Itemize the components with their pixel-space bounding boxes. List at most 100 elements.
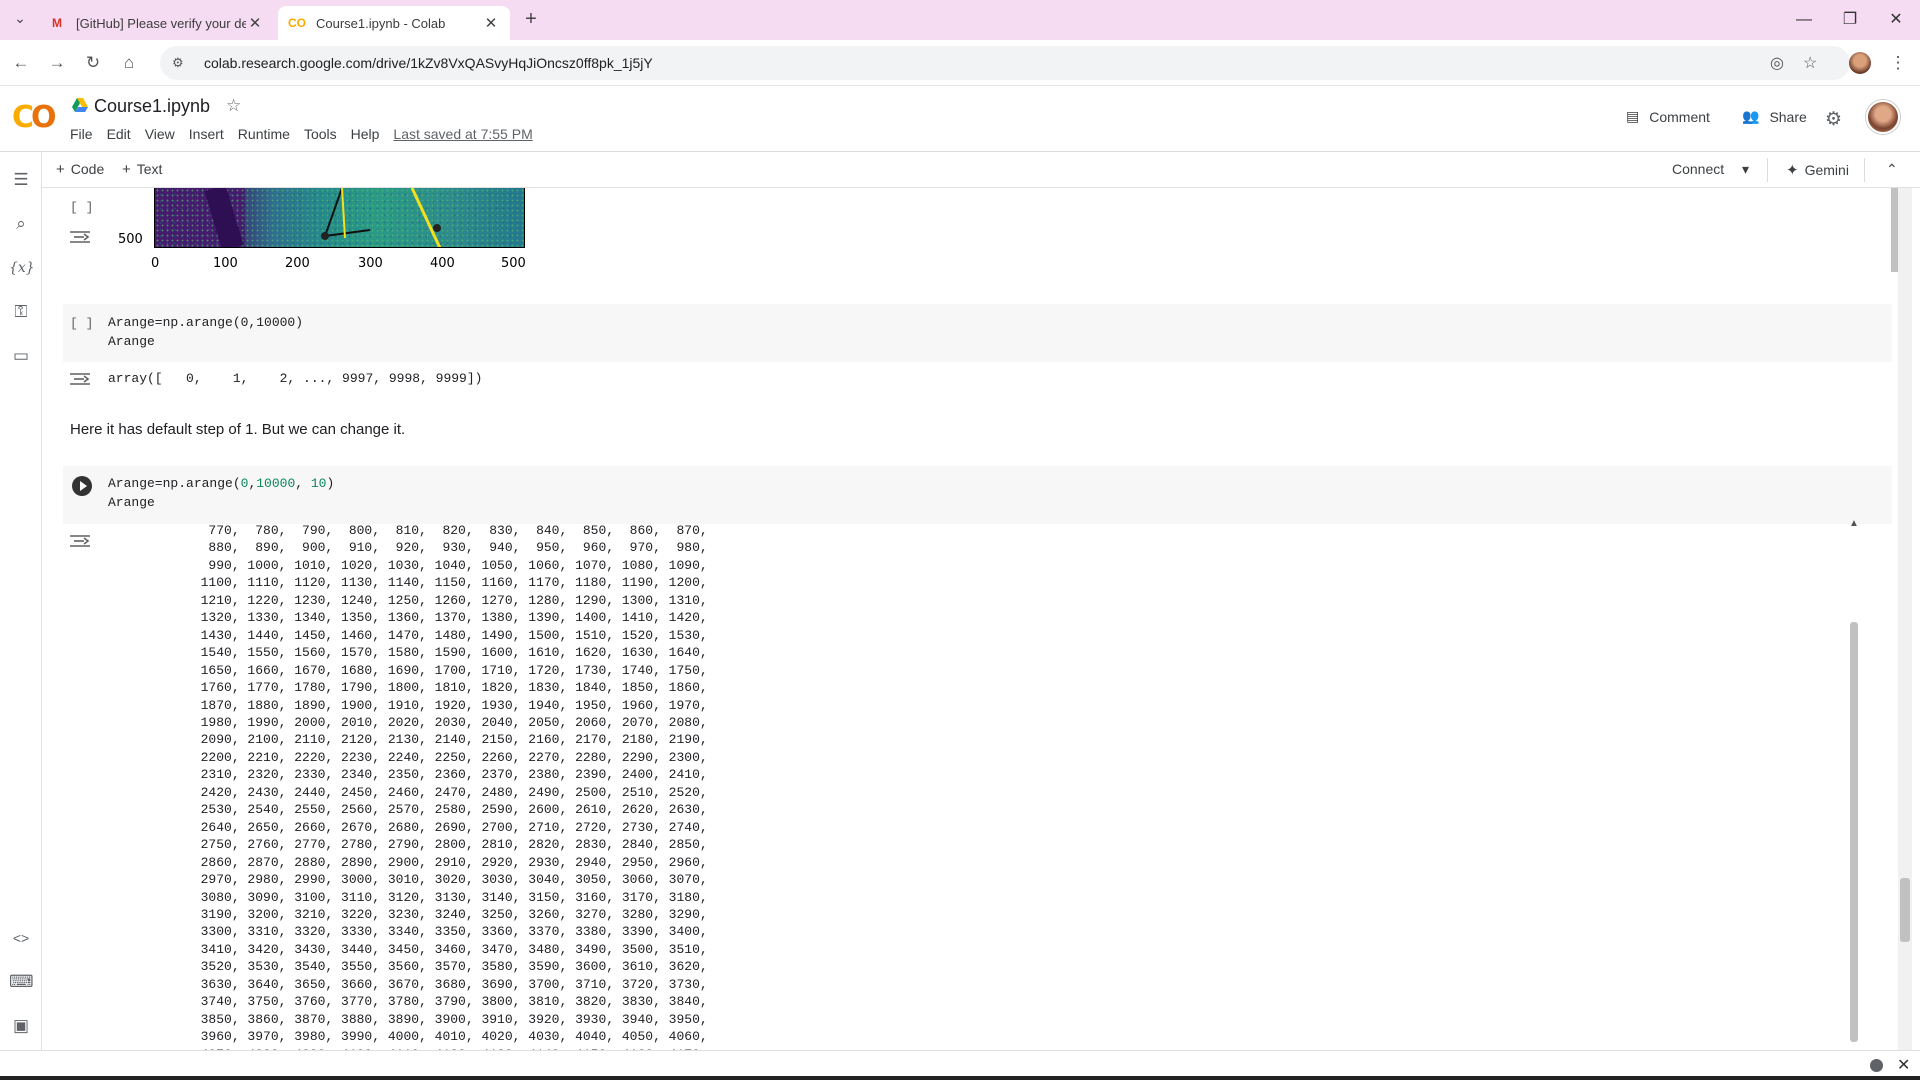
close-tab-icon[interactable]: ✕	[482, 14, 500, 32]
output-line: 2200, 2210, 2220, 2230, 2240, 2250, 2260…	[146, 749, 708, 765]
x-tick-label: 400	[430, 256, 455, 271]
collapse-chevron-up-icon[interactable]: ⌃	[1886, 161, 1898, 178]
variables-icon[interactable]: {x}	[9, 256, 35, 280]
window-close-icon[interactable]: ✕	[1876, 6, 1916, 34]
output-line: 1320, 1330, 1340, 1350, 1360, 1370, 1380…	[146, 610, 708, 626]
files-folder-icon[interactable]: ▭	[9, 344, 33, 368]
output-line: 770, 780, 790, 800, 810, 820, 830, 840, …	[146, 523, 708, 538]
notebook-title[interactable]: Course1.ipynb	[94, 96, 210, 117]
output-line: 3850, 3860, 3870, 3880, 3890, 3900, 3910…	[146, 1011, 708, 1027]
status-indicator-icon[interactable]	[1870, 1059, 1883, 1072]
output-line: 3630, 3640, 3650, 3660, 3670, 3680, 3690…	[146, 976, 708, 992]
left-sidebar: ☰ ⌕ {x} ⚿ ▭ <> ⌨ ▣	[0, 152, 42, 1050]
add-code-cell-button[interactable]: + Code	[56, 161, 104, 178]
menu-edit[interactable]: Edit	[107, 126, 131, 142]
code-line[interactable]: Arange=np.arange(0,10000, 10)	[108, 476, 334, 491]
tab-github[interactable]: M [GitHub] Please verify your dev ✕	[38, 6, 274, 40]
browser-menu-icon[interactable]: ⋮	[1886, 51, 1910, 75]
new-tab-button[interactable]: +	[520, 8, 542, 32]
output-line: 990, 1000, 1010, 1020, 1030, 1040, 1050,…	[146, 557, 708, 573]
home-icon[interactable]: ⌂	[117, 51, 141, 75]
code-line[interactable]: Arange	[108, 495, 155, 510]
run-cell-button[interactable]	[72, 476, 92, 496]
last-saved-link[interactable]: Last saved at 7:55 PM	[393, 126, 532, 142]
notebook-scrollbar[interactable]	[1898, 188, 1912, 1050]
output-line: 1540, 1550, 1560, 1570, 1580, 1590, 1600…	[146, 645, 708, 661]
output-line: 1760, 1770, 1780, 1790, 1800, 1810, 1820…	[146, 680, 708, 696]
code-cell[interactable]	[63, 304, 1892, 362]
output-toggle-icon[interactable]	[70, 534, 90, 548]
secrets-key-icon[interactable]: ⚿	[9, 300, 33, 324]
scroll-up-icon[interactable]: ▲	[1849, 518, 1859, 529]
cell-bracket[interactable]: [ ]	[70, 200, 93, 215]
tab-colab[interactable]: CO Course1.ipynb - Colab ✕	[278, 6, 510, 40]
output-line: 1870, 1880, 1890, 1900, 1910, 1920, 1930…	[146, 697, 708, 713]
menu-view[interactable]: View	[145, 126, 175, 142]
menu-insert[interactable]: Insert	[189, 126, 224, 142]
restore-icon[interactable]: ❐	[1830, 6, 1870, 34]
output-toggle-icon[interactable]	[70, 230, 90, 244]
menu-tools[interactable]: Tools	[304, 126, 337, 142]
table-of-contents-icon[interactable]: ☰	[9, 168, 33, 192]
output-line: 1650, 1660, 1670, 1680, 1690, 1700, 1710…	[146, 662, 708, 678]
connect-button[interactable]: Connect	[1672, 161, 1724, 177]
profile-avatar[interactable]	[1849, 52, 1871, 74]
command-palette-icon[interactable]: ⌨	[9, 970, 34, 994]
colab-icon: CO	[288, 16, 306, 30]
add-code-label: Code	[70, 161, 105, 177]
menu-help[interactable]: Help	[351, 126, 380, 142]
add-text-cell-button[interactable]: + Text	[122, 161, 162, 178]
browser-toolbar: ← → ↻ ⌂ ⚙ colab.research.google.com/driv…	[0, 40, 1920, 86]
terminal-icon[interactable]: ▣	[9, 1014, 33, 1038]
share-people-icon: 👥	[1742, 108, 1760, 124]
cell-bracket[interactable]: [ ]	[70, 316, 93, 331]
code-line[interactable]: Arange	[108, 334, 155, 349]
markdown-text[interactable]: Here it has default step of 1. But we ca…	[70, 421, 405, 438]
output-line: 1210, 1220, 1230, 1240, 1250, 1260, 1270…	[146, 592, 708, 608]
menu-runtime[interactable]: Runtime	[238, 126, 290, 142]
share-button[interactable]: 👥 Share	[1742, 108, 1807, 125]
output-line: 1430, 1440, 1450, 1460, 1470, 1480, 1490…	[146, 627, 708, 643]
close-status-icon[interactable]: ✕	[1897, 1055, 1910, 1075]
menu-file[interactable]: File	[70, 126, 93, 142]
output-toggle-icon[interactable]	[70, 372, 90, 386]
output-line: 2860, 2870, 2880, 2890, 2900, 2910, 2920…	[146, 854, 708, 870]
back-icon[interactable]: ←	[9, 51, 33, 75]
output-scrollbar[interactable]: ▲	[1848, 518, 1860, 1050]
tab-search-chevron-icon[interactable]: ⌄	[8, 10, 32, 30]
x-tick-label: 100	[213, 256, 238, 271]
search-icon[interactable]: ⌕	[9, 212, 33, 236]
tab-title: [GitHub] Please verify your dev	[76, 15, 246, 31]
star-icon[interactable]: ☆	[226, 96, 241, 116]
gemini-button[interactable]: ✦ Gemini	[1786, 161, 1849, 179]
y-tick-label: 500	[118, 232, 143, 247]
comment-button[interactable]: ▤ Comment	[1626, 108, 1710, 125]
output-line: 2750, 2760, 2770, 2780, 2790, 2800, 2810…	[146, 837, 708, 853]
google-drive-icon	[72, 98, 88, 112]
colab-logo[interactable]: CO	[12, 100, 56, 135]
output-line: 1980, 1990, 2000, 2010, 2020, 2030, 2040…	[146, 714, 708, 730]
x-tick-label: 500	[501, 256, 526, 271]
eye-off-icon[interactable]: ◎	[1770, 53, 1784, 73]
output-line: 3080, 3090, 3100, 3110, 3120, 3130, 3140…	[146, 889, 708, 905]
forward-icon[interactable]: →	[45, 51, 69, 75]
code-text: Arange=np.arange(0,10000)	[108, 315, 304, 330]
site-info-icon[interactable]: ⚙	[172, 55, 192, 71]
minimize-icon[interactable]: —	[1784, 6, 1824, 34]
output-line: 1100, 1110, 1120, 1130, 1140, 1150, 1160…	[146, 575, 708, 591]
image-plot-output	[154, 188, 525, 248]
address-bar[interactable]: ⚙ colab.research.google.com/drive/1kZv8V…	[160, 46, 1850, 80]
reload-icon[interactable]: ↻	[81, 51, 105, 75]
connect-label: Connect	[1672, 161, 1725, 177]
connect-dropdown-icon[interactable]: ▾	[1742, 161, 1749, 178]
code-cell[interactable]	[63, 466, 1892, 524]
colab-header: CO Course1.ipynb ☆ File Edit View Insert…	[0, 86, 1920, 152]
settings-gear-icon[interactable]: ⚙	[1825, 108, 1842, 131]
account-avatar[interactable]	[1866, 100, 1900, 134]
taskbar-edge	[0, 1076, 1920, 1080]
code-line[interactable]: Arange=np.arange(0,10000)	[108, 315, 303, 330]
bookmark-star-icon[interactable]: ☆	[1803, 53, 1817, 73]
output-line: 880, 890, 900, 910, 920, 930, 940, 950, …	[146, 540, 708, 556]
close-tab-icon[interactable]: ✕	[246, 14, 264, 32]
code-snippets-icon[interactable]: <>	[9, 926, 33, 950]
